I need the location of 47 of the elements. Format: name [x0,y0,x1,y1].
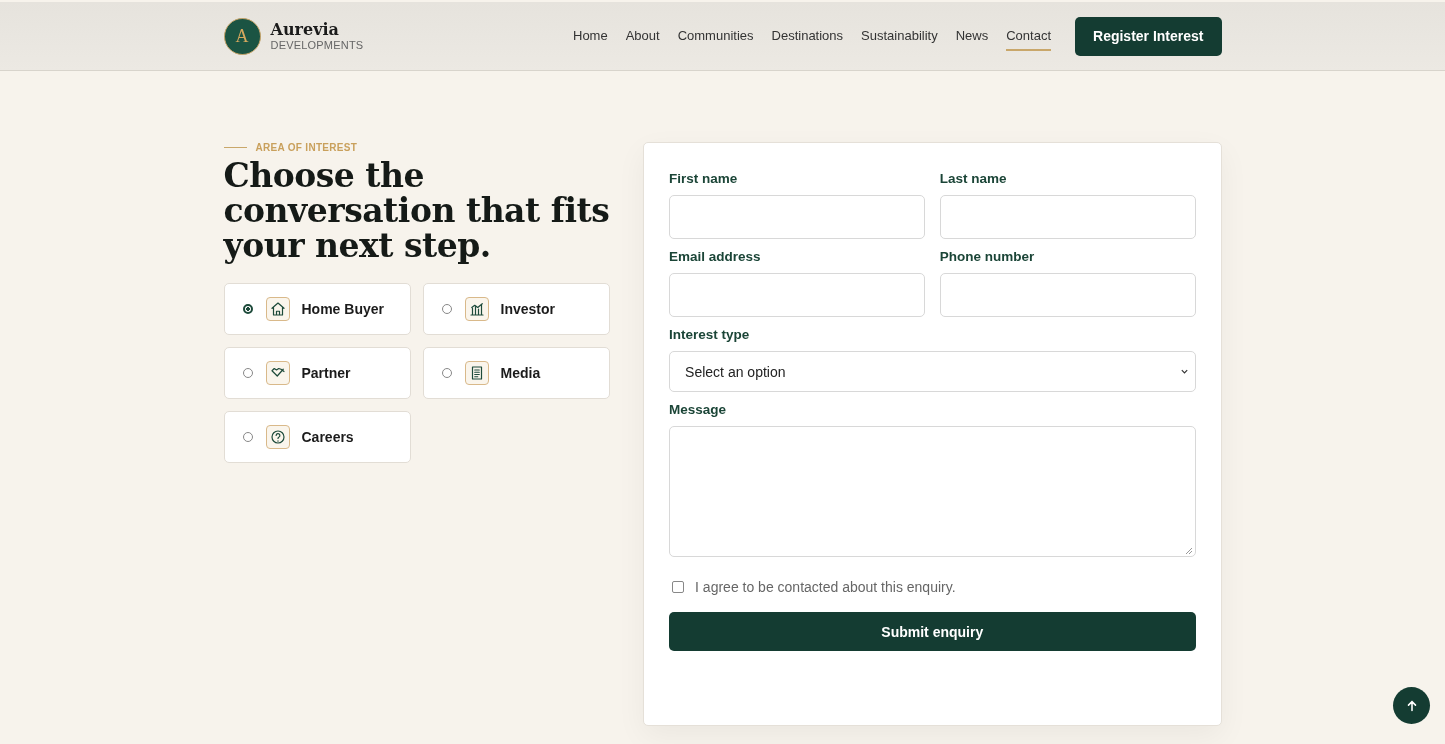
back-to-top-button[interactable] [1393,687,1430,724]
heading: Choose the conversation that fits your next step. [223,158,611,263]
field-label: Email address [669,249,762,264]
register-interest-button[interactable]: Register Interest [1075,16,1222,56]
input-field[interactable] [669,195,925,239]
option-label: Home Buyer [301,301,384,317]
field-label: Interest type [669,327,751,342]
input-field[interactable] [939,195,1196,239]
logo-mark: A [223,17,261,55]
option-label: Media [500,365,541,381]
option-label: Investor [500,301,555,317]
option-label: Careers [301,429,354,445]
field-label: Message [669,402,728,417]
option-card[interactable]: Partner [223,347,411,399]
input-field[interactable] [669,273,925,317]
nav-link[interactable]: About [625,21,660,51]
field-label: Phone number [939,249,1036,264]
eyebrow-label: AREA OF INTEREST [255,142,358,153]
handshake-icon [265,361,290,385]
house-icon [265,297,290,321]
consent-checkbox[interactable] [672,581,685,593]
submit-button[interactable]: Submit enquiry [669,612,1196,651]
interest-type-dropdown[interactable]: Select an option [669,351,1196,392]
brand-tagline: DEVELOPMENTS [270,39,364,51]
nav-link[interactable]: Home [573,21,608,51]
question-icon [265,425,290,449]
option-card[interactable]: Careers [223,411,411,463]
option-label: Partner [301,365,351,381]
document-icon [464,361,489,385]
option-card[interactable]: Investor [422,283,610,335]
nav-link[interactable]: Contact [1006,21,1051,51]
nav-link[interactable]: Communities [677,21,754,51]
option-card[interactable]: Home Buyer [223,283,411,335]
input-field[interactable] [939,273,1196,317]
nav-link[interactable]: Sustainability [861,21,938,51]
chart-icon [464,297,489,321]
field-label: First name [669,171,739,186]
radio-button[interactable] [242,304,253,314]
nav-link[interactable]: Destinations [771,21,844,51]
brand-name: Aurevia [270,21,340,39]
dropdown-value: Select an option [685,363,786,380]
nav-link[interactable]: News [955,21,989,51]
chevron-icon [1179,367,1189,376]
field-label: Last name [939,171,1008,186]
consent-label: I agree to be contacted about this enquiry. [695,579,956,595]
option-card[interactable]: Media [422,347,610,399]
resize-handle-icon [1184,547,1193,555]
